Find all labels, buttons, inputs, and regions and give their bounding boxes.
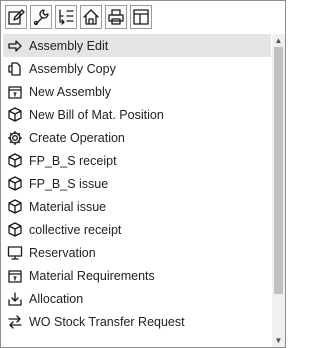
menu-item-label: New Bill of Mat. Position [29, 107, 164, 122]
scroll-down-icon[interactable]: ▼ [272, 334, 285, 347]
menu-item[interactable]: Material Requirements [3, 264, 271, 287]
layout-icon [132, 8, 150, 26]
menu-item[interactable]: Create Operation [3, 126, 271, 149]
menu-item-label: FP_B_S issue [29, 176, 109, 191]
edit-button[interactable] [5, 5, 27, 29]
scroll-up-icon[interactable]: ▲ [272, 34, 285, 47]
menu-item[interactable]: Material issue [3, 195, 271, 218]
menu-panel: Assembly Edit Assembly Copy New Assembly Ne… [0, 0, 286, 348]
menu-item[interactable]: WO Stock Transfer Request [3, 310, 271, 333]
cube-icon [7, 198, 23, 215]
cube-icon [7, 175, 23, 192]
arrow-right-icon [7, 38, 23, 54]
menu-item[interactable]: Assembly Edit [3, 34, 271, 57]
menu-item-label: Reservation [29, 245, 96, 260]
monitor-icon [7, 245, 23, 261]
toolbar [5, 5, 152, 33]
menu-item-label: New Assembly [29, 84, 111, 99]
menu-item-label: FP_B_S receipt [29, 153, 117, 168]
print-icon [107, 8, 125, 26]
cube-icon [7, 106, 23, 123]
layout-button[interactable] [130, 5, 152, 29]
wrench-icon [32, 8, 50, 26]
home-icon [82, 8, 100, 26]
tree-list-button[interactable] [55, 5, 77, 29]
menu-item-label: Assembly Copy [29, 61, 116, 76]
menu-item-label: Create Operation [29, 130, 125, 145]
transfer-arrows-icon [7, 314, 23, 330]
scroll-thumb[interactable] [274, 47, 283, 294]
cube-icon [7, 221, 23, 238]
menu-list: Assembly Edit Assembly Copy New Assembly Ne… [3, 34, 271, 345]
menu-item[interactable]: New Assembly [3, 80, 271, 103]
menu-item[interactable]: Allocation [3, 287, 271, 310]
tree-list-icon [57, 8, 75, 26]
menu-item[interactable]: New Bill of Mat. Position [3, 103, 271, 126]
assembly-box-icon [7, 268, 23, 284]
assembly-box-icon [7, 84, 23, 100]
menu-item[interactable]: Assembly Copy [3, 57, 271, 80]
download-tray-icon [7, 291, 23, 307]
menu-item-label: Assembly Edit [29, 38, 109, 53]
menu-item-label: collective receipt [29, 222, 122, 237]
cube-icon [7, 152, 23, 169]
menu-item-label: Material issue [29, 199, 107, 214]
gear-icon [7, 130, 23, 146]
vertical-scrollbar[interactable]: ▲ ▼ [272, 34, 285, 347]
menu-item[interactable]: FP_B_S issue [3, 172, 271, 195]
menu-item[interactable]: FP_B_S receipt [3, 149, 271, 172]
home-button[interactable] [80, 5, 102, 29]
menu-item[interactable]: collective receipt [3, 218, 271, 241]
wrench-button[interactable] [30, 5, 52, 29]
menu-item[interactable]: Reservation [3, 241, 271, 264]
print-button[interactable] [105, 5, 127, 29]
menu-item-label: Material Requirements [29, 268, 155, 283]
copy-icon [7, 61, 23, 77]
menu-item-label: WO Stock Transfer Request [29, 314, 185, 329]
edit-icon [7, 8, 25, 26]
menu-item-label: Allocation [29, 291, 84, 306]
